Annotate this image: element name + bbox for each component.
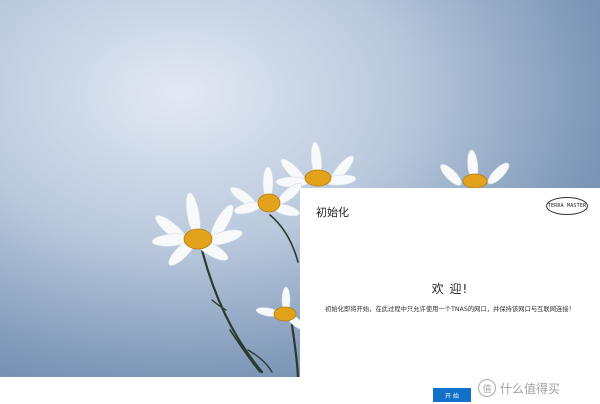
logo-text: TERRA MASTER: [547, 203, 587, 209]
start-button[interactable]: 开 始: [433, 388, 471, 402]
terramaster-logo: TERRA MASTER: [546, 197, 588, 215]
watermark: 值 什么值得买: [478, 377, 560, 399]
init-panel: 初始化 TERRA MASTER 欢 迎! 初始化即将开始，在此过程中只允许使用…: [300, 188, 600, 404]
init-description: 初始化即将开始，在此过程中只允许使用一个TNAS的网口，并保持该网口与互联网连接…: [325, 306, 575, 313]
welcome-heading: 欢 迎!: [431, 282, 469, 296]
watermark-text: 什么值得买: [500, 381, 561, 396]
panel-title: 初始化: [316, 206, 349, 219]
watermark-logo-icon: 值: [478, 379, 496, 397]
